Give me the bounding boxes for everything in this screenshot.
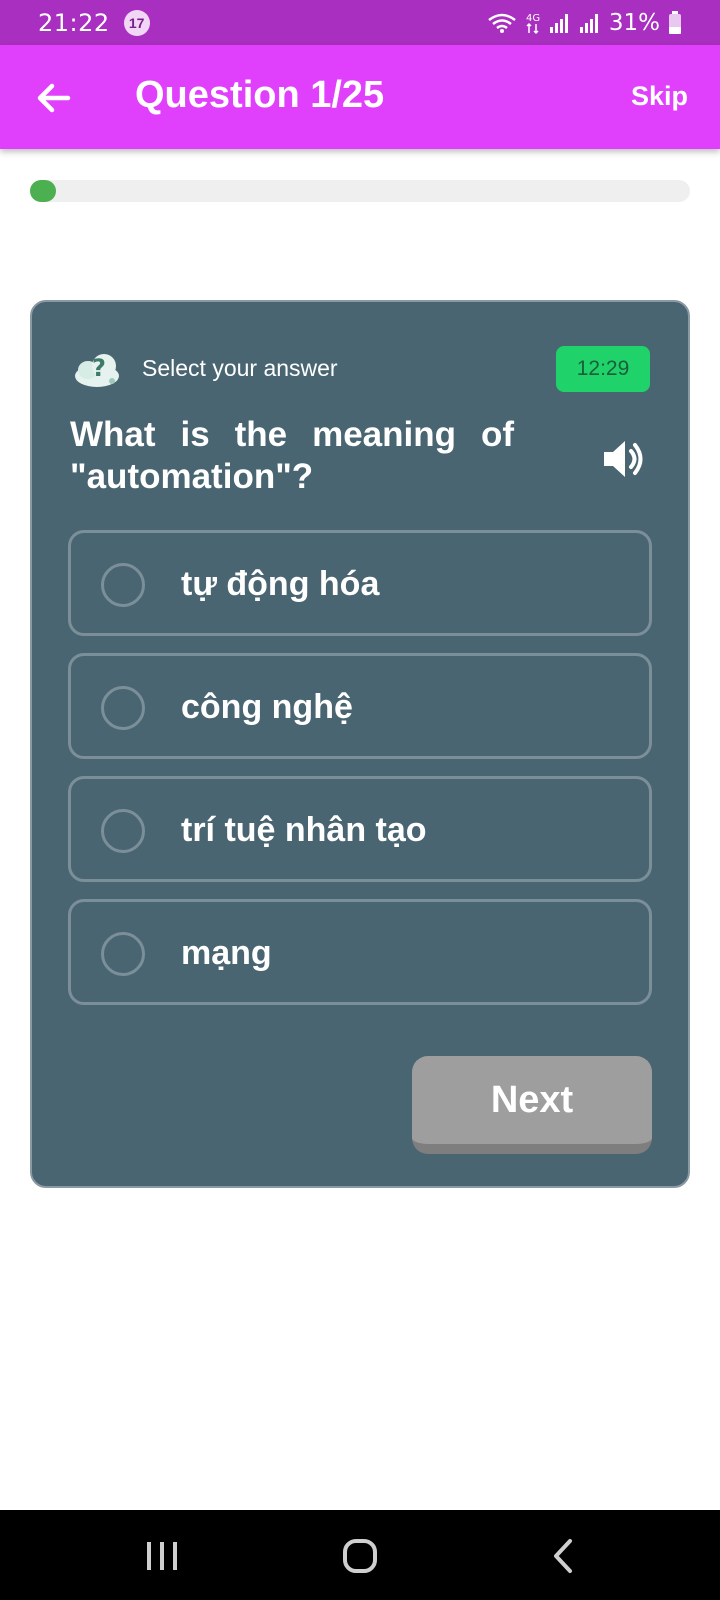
answer-option-2[interactable]: công nghệ [68,653,652,759]
quiz-card: ? Select your answer 12:29 What is the m… [30,300,690,1188]
radio-button[interactable] [101,809,145,853]
system-nav-bar [0,1510,720,1600]
status-time: 21:22 [38,8,110,37]
chevron-left-icon[interactable] [548,1536,578,1576]
question-cloud-icon: ? [75,354,119,387]
progress-bar [30,180,690,202]
app-bar: Question 1/25 Skip [0,45,720,149]
network-type-label: 4G [526,13,540,24]
question-text: What is the meaning of "automation"? [70,415,514,496]
radio-button[interactable] [101,686,145,730]
wifi-icon [488,13,516,33]
instruction-text: Select your answer [142,355,338,381]
option-label: trí tuệ nhân tạo [181,811,427,849]
radio-button[interactable] [101,932,145,976]
status-icons: 4G 31% [487,10,682,36]
arrow-left-icon[interactable] [32,77,74,119]
signal-icon-2 [579,13,598,33]
home-icon[interactable] [340,1536,380,1576]
answer-option-3[interactable]: trí tuệ nhân tạo [68,776,652,882]
signal-icon [549,13,568,33]
timer-badge: 12:29 [556,346,650,392]
option-label: tự động hóa [181,565,380,603]
option-label: công nghệ [181,688,353,726]
notification-badge: 17 [123,9,150,36]
radio-button[interactable] [101,563,145,607]
mobile-data-icon: 4G [526,13,540,34]
skip-button[interactable]: Skip [631,81,688,112]
recent-apps-icon[interactable] [142,1538,182,1574]
speaker-icon[interactable] [598,434,648,484]
progress-fill [30,180,57,202]
svg-text:?: ? [92,354,106,382]
status-bar: 21:22 17 4G 31% [0,0,720,45]
page-title: Question 1/25 [135,74,385,116]
battery-percent: 31% [608,9,660,36]
battery-icon [669,10,681,34]
answer-option-4[interactable]: mạng [68,899,652,1005]
answer-option-1[interactable]: tự động hóa [68,530,652,636]
option-label: mạng [181,934,272,972]
next-button[interactable]: Next [412,1056,652,1154]
